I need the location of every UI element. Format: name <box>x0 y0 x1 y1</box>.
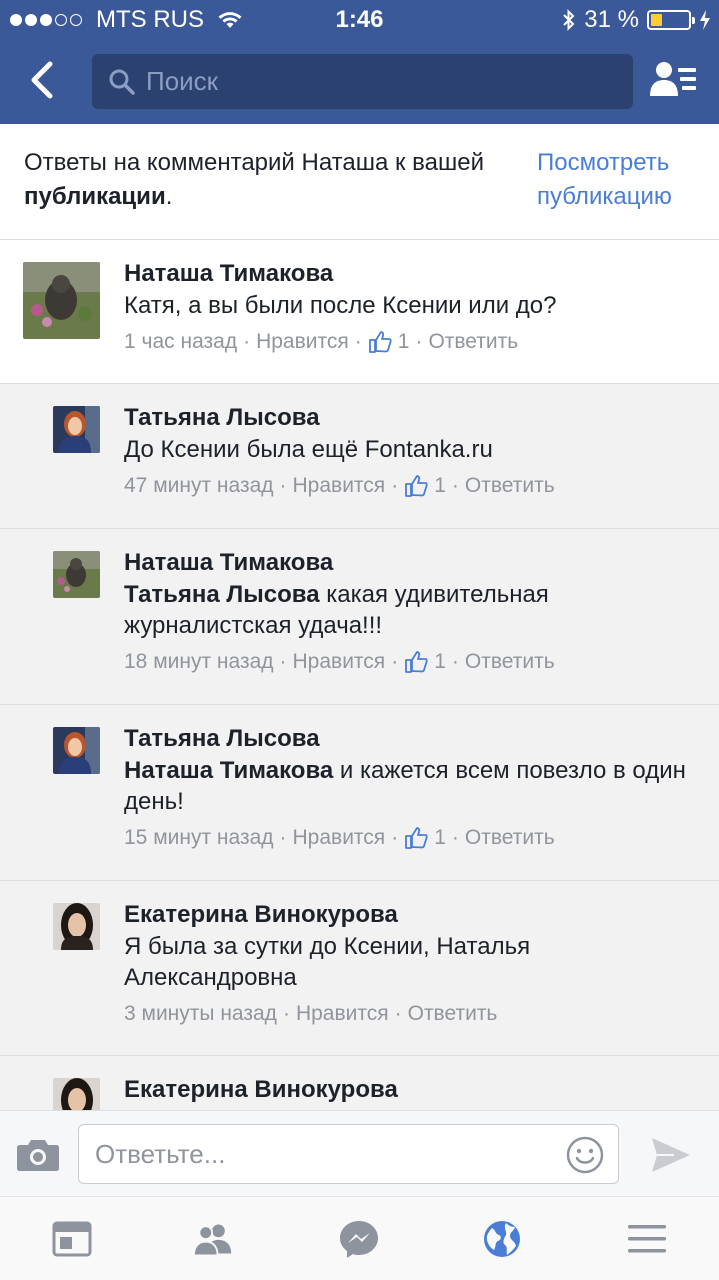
view-post-link[interactable]: Посмотреть публикацию <box>537 146 707 214</box>
reply-item: Наташа Тимакова Татьяна Лысова какая уди… <box>0 529 719 705</box>
mention-tag[interactable]: Наташа Тимакова <box>124 757 333 784</box>
friend-requests-icon[interactable] <box>648 58 698 102</box>
comment-meta: 15 минут назад · Нравится · 1 · Ответить <box>124 823 704 853</box>
comment-time[interactable]: 1 час назад <box>124 327 237 357</box>
reply-button[interactable]: Ответить <box>465 823 555 853</box>
like-count[interactable]: 1 <box>398 327 410 357</box>
bluetooth-icon <box>563 9 575 31</box>
reply-button[interactable]: Ответить <box>465 471 555 501</box>
reply-item: Татьяна Лысова Наташа Тимакова и кажется… <box>0 705 719 881</box>
charging-icon <box>700 10 710 30</box>
search-icon <box>109 69 135 95</box>
like-count[interactable]: 1 <box>434 823 446 853</box>
thumbs-up-icon <box>405 475 428 497</box>
avatar[interactable] <box>23 262 100 339</box>
emoji-icon[interactable] <box>566 1136 604 1174</box>
comment-author[interactable]: Наташа Тимакова <box>124 547 704 579</box>
thumbs-up-icon <box>405 827 428 849</box>
reply-button[interactable]: Ответить <box>465 647 555 677</box>
like-count[interactable]: 1 <box>434 647 446 677</box>
like-button[interactable]: Нравится <box>293 823 386 853</box>
reply-button[interactable]: Ответить <box>408 999 498 1029</box>
like-button[interactable]: Нравится <box>296 999 389 1029</box>
camera-icon[interactable] <box>16 1135 60 1173</box>
comment-text: До Ксении была ещё Fontanka.ru <box>124 436 493 463</box>
messenger-icon[interactable] <box>339 1219 379 1259</box>
comment-author[interactable]: Наташа Тимакова <box>124 258 704 290</box>
banner-message: Ответы на комментарий Наташа к вашей пуб… <box>24 149 484 210</box>
news-feed-icon[interactable] <box>52 1219 92 1259</box>
send-icon[interactable] <box>650 1135 692 1175</box>
like-button[interactable]: Нравится <box>256 327 349 357</box>
reply-item: Татьяна Лысова До Ксении была ещё Fontan… <box>0 384 719 529</box>
back-button[interactable] <box>22 58 62 102</box>
thumbs-up-icon <box>368 331 392 353</box>
like-button[interactable]: Нравится <box>293 647 386 677</box>
comment-author[interactable]: Екатерина Винокурова <box>124 899 704 931</box>
status-bar: MTS RUS 1:46 31 % <box>0 0 719 40</box>
reply-placeholder: Ответьте... <box>95 1139 226 1169</box>
avatar[interactable] <box>53 903 100 950</box>
reply-item: Екатерина Винокурова Я была за сутки до … <box>0 881 719 1056</box>
bottom-tab-bar <box>0 1196 719 1280</box>
comment-time[interactable]: 18 минут назад <box>124 647 274 677</box>
avatar[interactable] <box>53 406 100 453</box>
avatar[interactable] <box>53 551 100 598</box>
comment-author[interactable]: Татьяна Лысова <box>124 402 704 434</box>
comment-time[interactable]: 47 минут назад <box>124 471 274 501</box>
chevron-left-icon <box>31 61 53 99</box>
menu-icon[interactable] <box>627 1219 667 1259</box>
comment-text: Я была за сутки до Ксении, Наталья Алекс… <box>124 933 531 991</box>
comment-time[interactable]: 3 минуты назад <box>124 999 277 1029</box>
reply-button[interactable]: Ответить <box>428 327 518 357</box>
battery-icon <box>647 10 695 30</box>
avatar[interactable] <box>53 1078 100 1110</box>
comment-meta: 47 минут назад · Нравится · 1 · Ответить <box>124 471 704 501</box>
reply-composer: Ответьте... <box>0 1110 719 1196</box>
search-placeholder: Поиск <box>146 66 219 96</box>
like-count[interactable]: 1 <box>434 471 446 501</box>
comment-text: Наташа Тимакова и кажется всем повезло в… <box>124 757 686 815</box>
comment-time[interactable]: 15 минут назад <box>124 823 274 853</box>
notifications-globe-icon[interactable] <box>482 1219 522 1259</box>
comment-author[interactable]: Екатерина Винокурова <box>124 1074 704 1106</box>
top-navigation-bar: MTS RUS 1:46 31 % Поиск <box>0 0 719 124</box>
search-input[interactable]: Поиск <box>92 54 633 109</box>
comment-meta: 3 минуты назад · Нравится · Ответить <box>124 999 704 1029</box>
comment-item: Наташа Тимакова Катя, а вы были после Кс… <box>0 240 719 384</box>
comment-meta: 18 минут назад · Нравится · 1 · Ответить <box>124 647 704 677</box>
comment-author[interactable]: Татьяна Лысова <box>124 723 704 755</box>
replies-banner: Ответы на комментарий Наташа к вашей пуб… <box>0 124 719 240</box>
reply-input[interactable]: Ответьте... <box>78 1124 619 1184</box>
avatar[interactable] <box>53 727 100 774</box>
mention-tag[interactable]: Татьяна Лысова <box>124 581 320 608</box>
reply-item: Екатерина Винокурова <box>0 1056 719 1110</box>
friends-icon[interactable] <box>193 1219 233 1259</box>
battery-percentage: 31 % <box>584 6 639 33</box>
thumbs-up-icon <box>405 651 428 673</box>
comment-text: Татьяна Лысова какая удивительная журнал… <box>124 581 549 639</box>
comment-text: Катя, а вы были после Ксении или до? <box>124 292 557 319</box>
comment-meta: 1 час назад · Нравится · 1 · Ответить <box>124 327 704 357</box>
like-button[interactable]: Нравится <box>293 471 386 501</box>
